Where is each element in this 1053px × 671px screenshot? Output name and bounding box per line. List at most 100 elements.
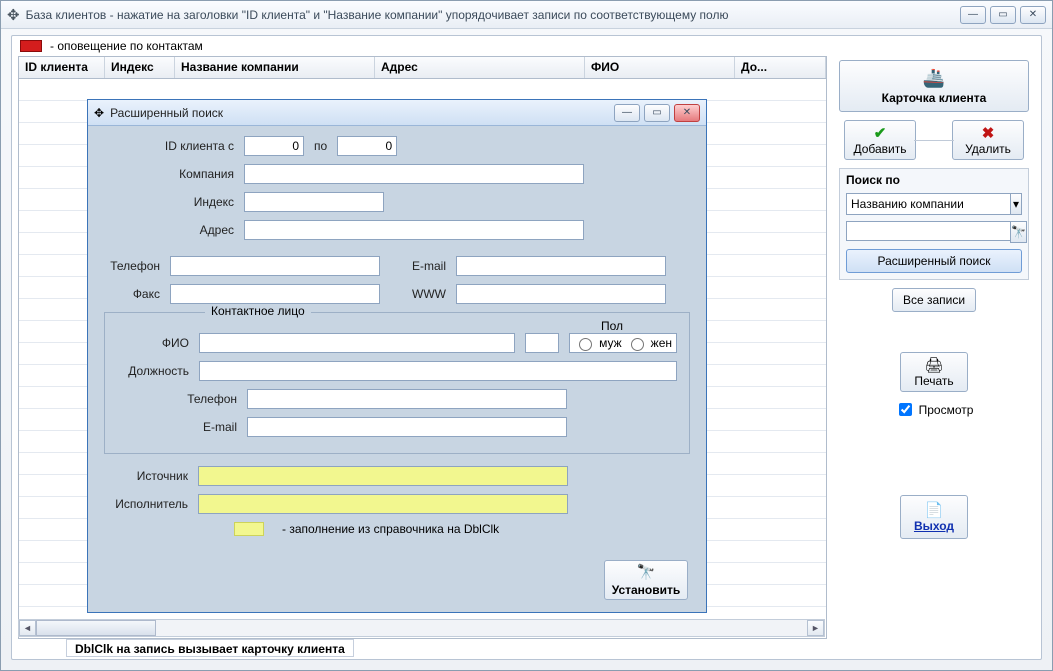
sex-female-radio[interactable] bbox=[631, 338, 644, 351]
executor-input[interactable] bbox=[198, 494, 568, 514]
contact-fieldset: Контактное лицо Пол ФИО муж жен Должност… bbox=[104, 312, 690, 454]
table-row[interactable] bbox=[19, 79, 826, 101]
advanced-search-button[interactable]: Расширенный поиск bbox=[846, 249, 1022, 273]
company-input[interactable] bbox=[244, 164, 584, 184]
index-label: Индекс bbox=[104, 195, 234, 209]
printer-icon: 🖨 bbox=[924, 356, 943, 374]
position-input[interactable] bbox=[199, 361, 677, 381]
fax-label: Факс bbox=[104, 287, 160, 301]
dialog-body: ID клиента с по Компания Индекс Адрес Те… bbox=[88, 126, 706, 612]
exit-button[interactable]: 📄 Выход bbox=[900, 495, 968, 539]
exit-icon: 📄 bbox=[925, 501, 944, 519]
right-panel: 🚢 Карточка клиента ✔ Добавить ✖ Удалить … bbox=[833, 56, 1041, 639]
search-input[interactable] bbox=[846, 221, 1010, 241]
sex-male-label: муж bbox=[599, 336, 622, 350]
sex-male-radio[interactable] bbox=[579, 338, 592, 351]
www-label: WWW bbox=[390, 287, 446, 301]
sex-female-label: жен bbox=[651, 336, 672, 350]
maximize-button[interactable]: ▭ bbox=[990, 6, 1016, 24]
www-input[interactable] bbox=[456, 284, 666, 304]
sex-radio-group: муж жен bbox=[569, 333, 677, 353]
fio-input[interactable] bbox=[199, 333, 515, 353]
print-button-label: Печать bbox=[914, 374, 953, 388]
executor-label: Исполнитель bbox=[104, 497, 188, 511]
client-card-label: Карточка клиента bbox=[882, 91, 987, 105]
ship-icon: 🚢 bbox=[923, 68, 945, 89]
source-input[interactable] bbox=[198, 466, 568, 486]
dialog-minimize-button[interactable]: — bbox=[614, 104, 640, 122]
email-label: E-mail bbox=[390, 259, 446, 273]
sex-label: Пол bbox=[117, 319, 623, 333]
dialog-title: Расширенный поиск bbox=[110, 106, 608, 120]
contact-phone-input[interactable] bbox=[247, 389, 567, 409]
search-panel-title: Поиск по bbox=[846, 173, 1022, 187]
dialog-maximize-button[interactable]: ▭ bbox=[644, 104, 670, 122]
delete-button[interactable]: ✖ Удалить bbox=[952, 120, 1024, 160]
cross-icon: ✖ bbox=[982, 124, 995, 142]
search-panel: Поиск по ▾ 🔭 Расширенный поиск bbox=[839, 168, 1029, 280]
col-position[interactable]: До... bbox=[735, 57, 826, 78]
id-from-input[interactable] bbox=[244, 136, 304, 156]
binoculars-icon: 🔭 bbox=[637, 563, 656, 581]
address-label: Адрес bbox=[104, 223, 234, 237]
all-records-button[interactable]: Все записи bbox=[892, 288, 976, 312]
phone-label: Телефон bbox=[104, 259, 160, 273]
fio-label: ФИО bbox=[117, 336, 189, 350]
app-icon: ✥ bbox=[7, 6, 20, 24]
scroll-thumb[interactable] bbox=[36, 620, 156, 636]
contact-email-input[interactable] bbox=[247, 417, 567, 437]
close-button[interactable]: ✕ bbox=[1020, 6, 1046, 24]
dialog-icon: ✥ bbox=[94, 106, 104, 120]
position-label: Должность bbox=[117, 364, 189, 378]
yellow-legend-swatch bbox=[234, 522, 264, 536]
alert-color-legend bbox=[20, 40, 42, 52]
source-label: Источник bbox=[104, 469, 188, 483]
dialog-close-button[interactable]: ✕ bbox=[674, 104, 700, 122]
footer-hint: DblClk на запись вызывает карточку клиен… bbox=[66, 639, 354, 657]
search-by-combo[interactable]: ▾ bbox=[846, 193, 1022, 215]
advanced-search-dialog: ✥ Расширенный поиск — ▭ ✕ ID клиента с п… bbox=[87, 99, 707, 613]
fax-input[interactable] bbox=[170, 284, 380, 304]
print-button[interactable]: 🖨 Печать bbox=[900, 352, 968, 392]
binoculars-icon[interactable]: 🔭 bbox=[1010, 221, 1027, 243]
add-button[interactable]: ✔ Добавить bbox=[844, 120, 916, 160]
col-index[interactable]: Индекс bbox=[105, 57, 175, 78]
col-id[interactable]: ID клиента bbox=[19, 57, 105, 78]
col-address[interactable]: Адрес bbox=[375, 57, 585, 78]
scroll-right-icon[interactable]: ► bbox=[807, 620, 824, 636]
col-company[interactable]: Название компании bbox=[175, 57, 375, 78]
client-card-button[interactable]: 🚢 Карточка клиента bbox=[839, 60, 1029, 112]
minimize-button[interactable]: — bbox=[960, 6, 986, 24]
address-input[interactable] bbox=[244, 220, 584, 240]
search-by-value[interactable] bbox=[846, 193, 1010, 215]
preview-checkbox[interactable] bbox=[899, 403, 912, 416]
add-button-label: Добавить bbox=[853, 142, 906, 156]
phone-input[interactable] bbox=[170, 256, 380, 276]
delete-button-label: Удалить bbox=[965, 142, 1011, 156]
id-to-input[interactable] bbox=[337, 136, 397, 156]
apply-button[interactable]: 🔭 Установить bbox=[604, 560, 688, 600]
check-icon: ✔ bbox=[874, 124, 887, 142]
notice-bar: - оповещение по контактам bbox=[12, 36, 1041, 56]
window-controls: — ▭ ✕ bbox=[960, 6, 1046, 24]
horizontal-scrollbar[interactable]: ◄ ► bbox=[18, 619, 825, 637]
company-label: Компания bbox=[104, 167, 234, 181]
dialog-titlebar: ✥ Расширенный поиск — ▭ ✕ bbox=[88, 100, 706, 126]
table-header: ID клиента Индекс Название компании Адре… bbox=[19, 57, 826, 79]
main-window: ✥ База клиентов - нажатие на заголовки "… bbox=[0, 0, 1053, 671]
scroll-track[interactable] bbox=[36, 620, 807, 636]
yellow-legend-text: - заполнение из справочника на DblClk bbox=[282, 522, 499, 536]
contact-phone-label: Телефон bbox=[117, 392, 237, 406]
id-to-label: по bbox=[314, 139, 327, 153]
exit-button-label: Выход bbox=[914, 519, 954, 533]
id-from-label: ID клиента с bbox=[104, 139, 234, 153]
search-text-row: 🔭 bbox=[846, 221, 1022, 243]
index-input[interactable] bbox=[244, 192, 384, 212]
chevron-down-icon[interactable]: ▾ bbox=[1010, 193, 1022, 215]
scroll-left-icon[interactable]: ◄ bbox=[19, 620, 36, 636]
sex-short-input[interactable] bbox=[525, 333, 559, 353]
window-title: База клиентов - нажатие на заголовки "ID… bbox=[26, 8, 960, 22]
main-titlebar: ✥ База клиентов - нажатие на заголовки "… bbox=[1, 1, 1052, 29]
col-fio[interactable]: ФИО bbox=[585, 57, 735, 78]
email-input[interactable] bbox=[456, 256, 666, 276]
